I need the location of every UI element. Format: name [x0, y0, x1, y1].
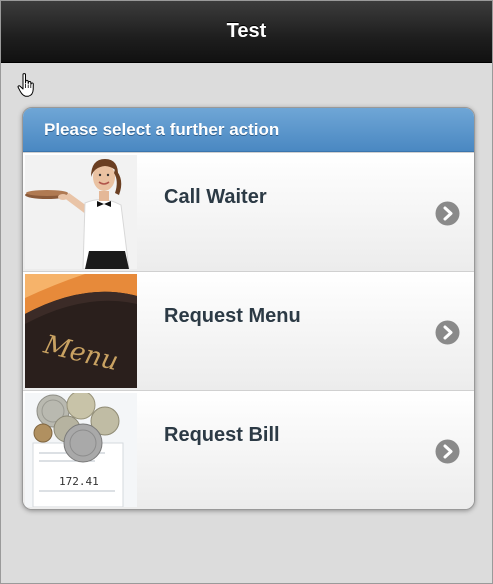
app-header: Test [1, 1, 492, 63]
app-frame: Test Please select a further action Call… [0, 0, 493, 584]
chevron-right-circle-icon [435, 201, 460, 226]
waiter-thumbnail [25, 155, 137, 269]
item-label-call-waiter: Call Waiter [164, 186, 267, 208]
panel-heading-text: Please select a further action [44, 120, 280, 139]
list-item-request-bill[interactable]: 172.41 Request Bill [23, 390, 474, 509]
chevron-right-circle-icon [435, 439, 460, 464]
list-item-call-waiter[interactable]: Call Waiter [23, 152, 474, 271]
bill-thumbnail: 172.41 [25, 393, 137, 507]
menu-thumbnail: Menu [25, 274, 137, 388]
hand-pointer-icon [17, 73, 34, 97]
item-label-request-menu: Request Menu [164, 305, 301, 327]
list-item-request-menu[interactable]: Menu Request Menu [23, 271, 474, 390]
receipt-total-text: 172.41 [59, 475, 99, 488]
panel-heading: Please select a further action [23, 108, 474, 152]
item-label-request-bill: Request Bill [164, 424, 280, 446]
action-panel: Please select a further action Call Wait… [22, 107, 475, 510]
chevron-right-circle-icon [435, 320, 460, 345]
page-title: Test [226, 20, 267, 42]
